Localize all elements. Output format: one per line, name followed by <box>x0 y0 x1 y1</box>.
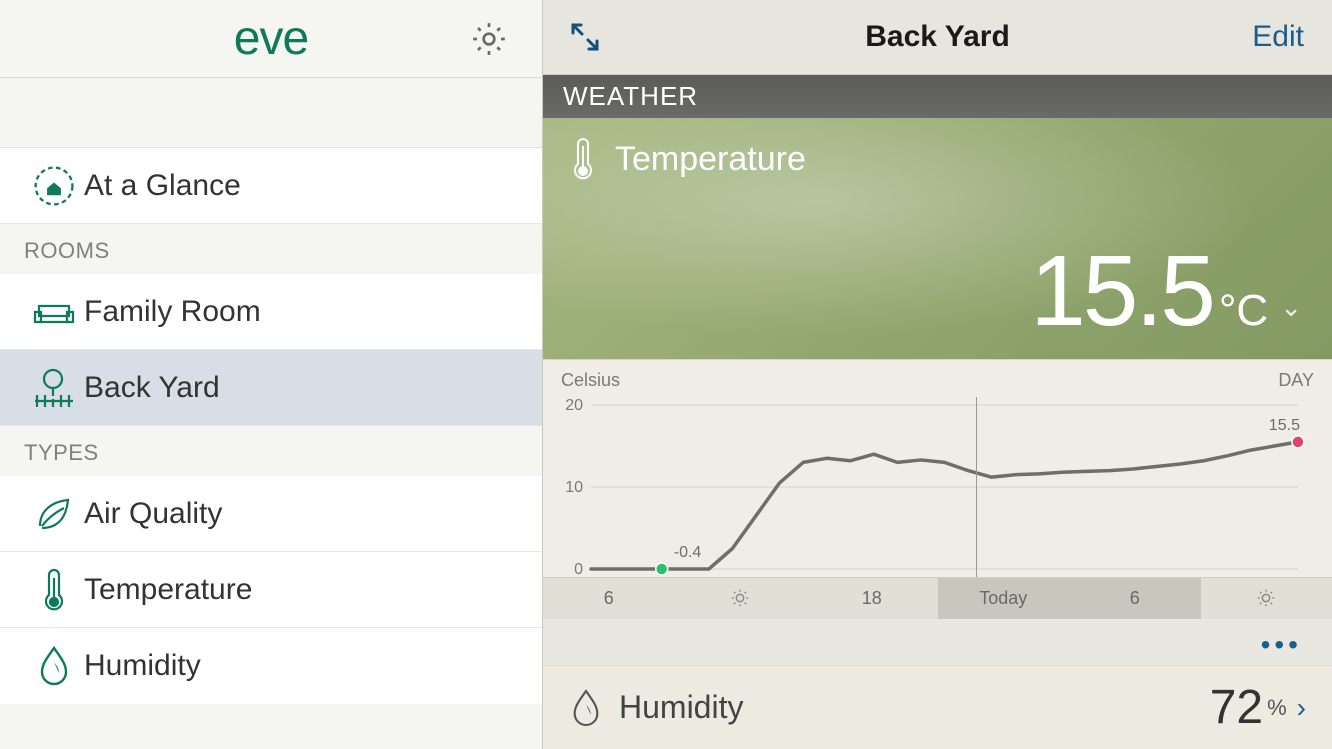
sidebar-item-family-room[interactable]: Family Room <box>0 274 542 350</box>
sidebar-item-label: At a Glance <box>84 169 241 203</box>
timeline-cell[interactable]: Today <box>938 578 1070 619</box>
timeline-cell[interactable]: 6 <box>1069 578 1201 619</box>
sun-icon <box>1255 587 1277 609</box>
page-title: Back Yard <box>865 20 1010 54</box>
sidebar-item-back-yard[interactable]: Back Yard <box>0 350 542 426</box>
sidebar-item-label: Family Room <box>84 295 261 329</box>
sidebar-section-types: TYPES <box>0 426 542 476</box>
chevron-down-icon: ⌄ <box>1280 292 1302 323</box>
leaf-icon <box>32 492 76 536</box>
edit-button[interactable]: Edit <box>1252 20 1304 54</box>
droplet-icon <box>36 644 72 688</box>
sofa-icon <box>31 292 77 332</box>
droplet-icon <box>569 687 603 729</box>
temperature-unit: °C <box>1219 286 1268 336</box>
expand-arrows-icon <box>565 17 605 57</box>
chart-y-label: Celsius <box>561 370 620 391</box>
section-weather-header: WEATHER <box>543 75 1332 118</box>
svg-text:0: 0 <box>574 561 583 577</box>
sidebar-item-label: Air Quality <box>84 497 222 531</box>
timeline-cell[interactable]: 6 <box>543 578 675 619</box>
humidity-value: 72 <box>1210 680 1263 735</box>
svg-text:-0.4: -0.4 <box>674 544 702 561</box>
expand-button[interactable] <box>565 17 605 57</box>
sidebar-item-label: Humidity <box>84 649 201 683</box>
sidebar-item-at-a-glance[interactable]: At a Glance <box>0 148 542 224</box>
thermometer-icon <box>39 566 69 614</box>
sidebar-header: eve <box>0 0 542 78</box>
temperature-chart[interactable]: Celsius DAY 0 10 20 -0.4 15.5 <box>543 359 1332 577</box>
humidity-unit: % <box>1267 695 1287 721</box>
timeline-cell[interactable] <box>1201 578 1332 619</box>
gear-icon <box>469 19 509 59</box>
chart-svg: 0 10 20 -0.4 15.5 <box>557 397 1318 577</box>
sun-icon <box>729 587 751 609</box>
chart-period-label: DAY <box>1278 370 1314 391</box>
sidebar-section-rooms: ROOMS <box>0 224 542 274</box>
sidebar-item-humidity[interactable]: Humidity <box>0 628 542 704</box>
svg-text:15.5: 15.5 <box>1269 417 1300 434</box>
home-badge-icon <box>31 163 77 209</box>
svg-text:20: 20 <box>565 397 583 414</box>
timeline-cell[interactable] <box>675 578 807 619</box>
sidebar-item-air-quality[interactable]: Air Quality <box>0 476 542 552</box>
thermometer-icon <box>569 136 597 182</box>
chevron-right-icon: › <box>1297 692 1306 724</box>
nav-spacer <box>0 78 542 148</box>
sidebar-item-label: Temperature <box>84 573 252 607</box>
svg-text:10: 10 <box>565 479 583 496</box>
temperature-title: Temperature <box>615 140 806 179</box>
timeline-cell[interactable]: 18 <box>806 578 938 619</box>
sidebar: eve At a Glance ROOMS <box>0 0 542 749</box>
main-panel: Back Yard Edit WEATHER Temperature 15.5 … <box>542 0 1332 749</box>
sidebar-item-label: Back Yard <box>84 371 220 405</box>
main-header: Back Yard Edit <box>543 0 1332 75</box>
brand-logo: eve <box>234 11 308 66</box>
tree-fence-icon <box>31 365 77 411</box>
settings-button[interactable] <box>466 16 512 62</box>
chart-timeline[interactable]: 618Today6 <box>543 577 1332 619</box>
temperature-card[interactable]: Temperature 15.5 °C ⌄ <box>543 118 1332 359</box>
humidity-card[interactable]: Humidity 72 % › <box>543 665 1332 749</box>
sidebar-item-temperature[interactable]: Temperature <box>0 552 542 628</box>
chart-divider-line <box>976 397 977 577</box>
humidity-title: Humidity <box>619 689 1210 726</box>
temperature-value: 15.5 <box>1030 234 1213 349</box>
more-options-button[interactable]: ••• <box>543 619 1332 665</box>
